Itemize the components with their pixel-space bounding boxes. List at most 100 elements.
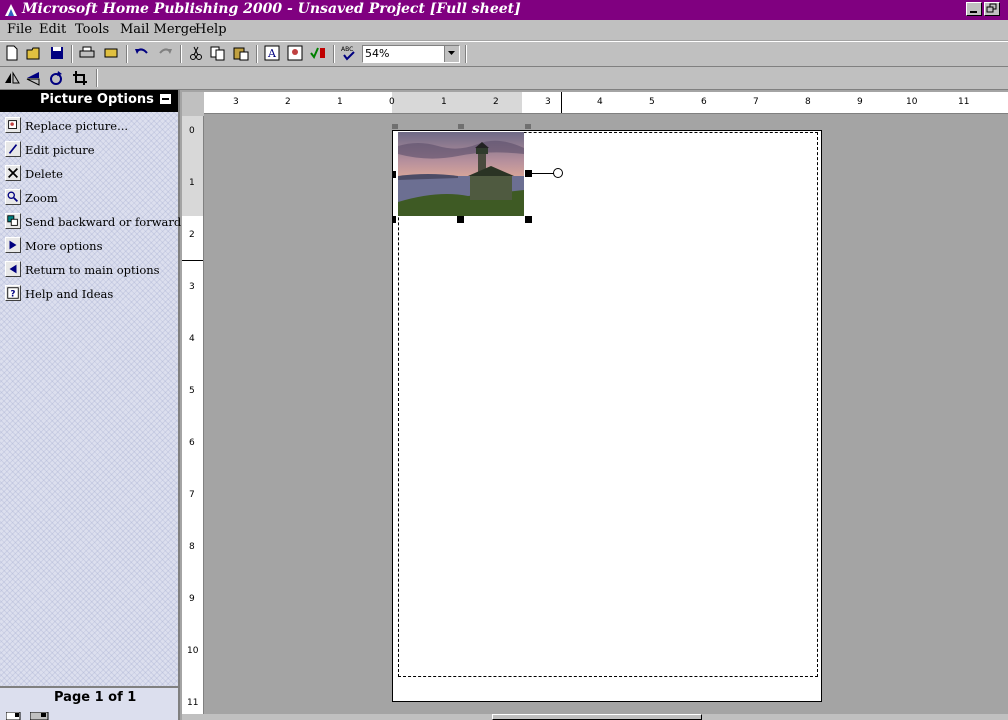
menu-bar: File Edit Tools Mail Merge Help: [0, 20, 1008, 40]
horizontal-ruler[interactable]: 3 2 1 0 1 2 3 4 5 6 7 8 9 10 11: [204, 92, 1008, 114]
page-indicator: Page 1 of 1: [54, 690, 137, 705]
option-return-main[interactable]: Return to main options: [5, 260, 175, 280]
crop-icon[interactable]: [70, 69, 90, 87]
ruler-label: 7: [753, 97, 759, 107]
spelling-icon[interactable]: ABC: [339, 44, 359, 62]
right-arrow-icon: [5, 237, 21, 253]
ruler-label: 10: [906, 97, 918, 107]
ruler-label: 10: [187, 646, 199, 656]
horizontal-scrollbar[interactable]: [182, 714, 1008, 720]
lighthouse-picture[interactable]: [398, 132, 524, 216]
text-box-icon[interactable]: A: [262, 44, 282, 62]
picture-options-panel: Picture Options Replace picture... Edit …: [0, 90, 181, 720]
ruler-label: 1: [441, 97, 447, 107]
restore-button[interactable]: [984, 2, 1000, 16]
bottom-resize-handle[interactable]: [457, 216, 464, 223]
left-resize-handle[interactable]: [392, 171, 396, 178]
option-label: Help and Ideas: [25, 287, 114, 301]
ruler-label: 6: [701, 97, 707, 107]
panel-collapse-button[interactable]: [160, 94, 171, 104]
menu-file[interactable]: File: [7, 22, 32, 37]
ruler-label: 11: [187, 698, 199, 708]
option-label: Delete: [25, 167, 63, 181]
redo-icon[interactable]: [155, 44, 175, 62]
ruler-label: 5: [189, 386, 195, 396]
option-label: More options: [25, 239, 103, 253]
print-preview-icon[interactable]: [101, 44, 121, 62]
pencil-icon: [5, 141, 21, 157]
ruler-label: 1: [337, 97, 343, 107]
ruler-label: 2: [493, 97, 499, 107]
panel-header: Picture Options: [0, 90, 178, 112]
question-icon: ?: [5, 285, 21, 301]
app-icon[interactable]: [3, 2, 19, 18]
option-zoom[interactable]: Zoom: [5, 188, 175, 208]
design-checker-icon[interactable]: [308, 44, 328, 62]
cut-icon[interactable]: [186, 44, 206, 62]
chevron-down-icon: [448, 51, 455, 55]
flip-horizontal-icon[interactable]: [2, 69, 22, 87]
minimize-icon: [970, 11, 977, 13]
option-edit-picture[interactable]: Edit picture: [5, 140, 175, 160]
print-icon[interactable]: [77, 44, 97, 62]
bottom-right-resize-handle[interactable]: [525, 216, 532, 223]
ruler-label: 8: [805, 97, 811, 107]
menu-tools[interactable]: Tools: [75, 22, 109, 37]
magnifier-icon: [5, 189, 21, 205]
copy-icon[interactable]: [208, 44, 228, 62]
ruler-label: 7: [189, 490, 195, 500]
title-bar: Microsoft Home Publishing 2000 - Unsaved…: [0, 0, 1008, 20]
page-spread-icon[interactable]: [30, 712, 50, 720]
option-more-options[interactable]: More options: [5, 236, 175, 256]
rotate-handle[interactable]: [553, 168, 563, 178]
new-icon[interactable]: [2, 44, 22, 62]
flip-vertical-icon[interactable]: [24, 69, 44, 87]
ruler-label: 8: [189, 542, 195, 552]
page-navigator: Page 1 of 1: [0, 686, 178, 720]
option-help-ideas[interactable]: ? Help and Ideas: [5, 284, 175, 304]
ruler-label: 5: [649, 97, 655, 107]
rotate-icon[interactable]: [46, 69, 66, 87]
zoom-select[interactable]: 54%: [362, 45, 460, 63]
menu-mail-merge[interactable]: Mail Merge: [120, 22, 197, 37]
ruler-label: 0: [389, 97, 395, 107]
minimize-button[interactable]: [966, 2, 982, 16]
ruler-label: 4: [597, 97, 603, 107]
panel-title: Picture Options: [40, 92, 154, 107]
zoom-dropdown-button[interactable]: [444, 46, 459, 62]
undo-icon[interactable]: [132, 44, 152, 62]
option-send-backward-forward[interactable]: Send backward or forward: [5, 212, 181, 232]
menu-edit[interactable]: Edit: [39, 22, 66, 37]
rotate-connector: [530, 173, 554, 174]
ruler-label: 3: [545, 97, 551, 107]
vertical-ruler[interactable]: 0 1 2 3 4 5 6 7 8 9 10 11: [182, 116, 204, 720]
page-thumbnail-icon[interactable]: [6, 712, 22, 720]
top-right-crop-handle[interactable]: [525, 124, 531, 129]
bottom-left-resize-handle[interactable]: [392, 216, 396, 223]
open-icon[interactable]: [24, 44, 44, 62]
x-icon: [5, 165, 21, 181]
paste-icon[interactable]: [231, 44, 251, 62]
ruler-label: 4: [189, 334, 195, 344]
save-icon[interactable]: [47, 44, 67, 62]
option-replace-picture[interactable]: Replace picture...: [5, 116, 175, 136]
option-delete[interactable]: Delete: [5, 164, 175, 184]
ruler-label: 6: [189, 438, 195, 448]
ruler-corner: [182, 92, 204, 116]
ruler-label: 3: [233, 97, 239, 107]
svg-text:A: A: [267, 47, 277, 60]
option-label: Return to main options: [25, 263, 160, 277]
svg-text:?: ?: [10, 290, 15, 300]
scrollbar-thumb[interactable]: [492, 714, 702, 720]
top-crop-handle[interactable]: [458, 124, 464, 129]
restore-icon: [986, 3, 997, 13]
menu-help[interactable]: Help: [195, 22, 227, 37]
ruler-label: 9: [857, 97, 863, 107]
ruler-label: 3: [189, 282, 195, 292]
ruler-label: 2: [285, 97, 291, 107]
standard-toolbar: A ABC 54%: [0, 41, 1008, 67]
picture-icon[interactable]: [285, 44, 305, 62]
ruler-label: 1: [189, 178, 195, 188]
left-arrow-icon: [5, 261, 21, 277]
top-left-crop-handle[interactable]: [392, 124, 398, 129]
